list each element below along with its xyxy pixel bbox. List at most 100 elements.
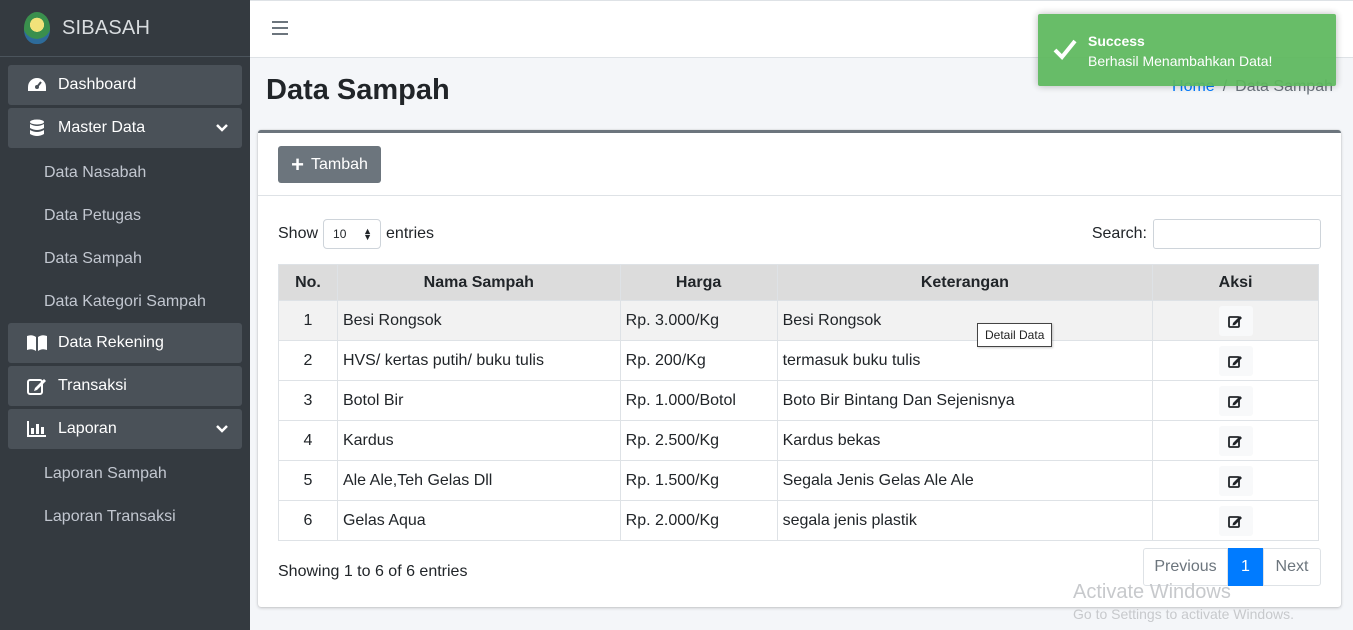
- sidebar-item-label: Dashboard: [58, 76, 137, 93]
- hamburger-menu-icon[interactable]: [272, 21, 288, 35]
- brand-name: SIBASAH: [62, 16, 151, 39]
- add-button-label: Tambah: [310, 155, 368, 173]
- sidebar-item-data-sampah[interactable]: Data Sampah: [8, 237, 242, 280]
- checkmark-icon: [1053, 38, 1077, 65]
- toast-message: Berhasil Menambahkan Data!: [1088, 53, 1273, 69]
- sidebar-nav: Dashboard Master Data Data Nasabah Data …: [0, 57, 250, 538]
- cell-keterangan: segala jenis plastik: [776, 500, 1154, 541]
- cell-aksi: [1152, 300, 1319, 341]
- search-control: Search:: [1092, 219, 1321, 249]
- table-row: 3 Botol Bir Rp. 1.000/Botol Boto Bir Bin…: [278, 380, 1319, 421]
- cell-no: 3: [278, 380, 338, 421]
- edit-button[interactable]: [1218, 505, 1253, 536]
- cell-nama: Gelas Aqua: [336, 500, 621, 541]
- cell-nama: Ale Ale,Teh Gelas Dll: [336, 460, 621, 501]
- tooltip: Detail Data: [977, 323, 1053, 347]
- table-row: 6 Gelas Aqua Rp. 2.000/Kg segala jenis p…: [278, 500, 1319, 541]
- sidebar-item-master-data[interactable]: Master Data: [8, 108, 242, 148]
- cell-aksi: [1152, 500, 1319, 541]
- table-row: 5 Ale Ale,Teh Gelas Dll Rp. 1.500/Kg Seg…: [278, 460, 1319, 501]
- card-header: + Tambah: [258, 133, 1341, 196]
- select-caret-icon: ▲ ▼: [363, 226, 373, 242]
- entries-length-control: Show 10 ▲ ▼ entries: [278, 219, 434, 249]
- cell-no: 2: [278, 340, 338, 381]
- pagination-page-button[interactable]: 1: [1228, 548, 1263, 586]
- sidebar-item-dashboard[interactable]: Dashboard: [8, 65, 242, 105]
- sidebar-item-laporan-sampah[interactable]: Laporan Sampah: [8, 452, 242, 495]
- sidebar-item-transaksi[interactable]: Transaksi: [8, 366, 242, 406]
- table-row: 1 Besi Rongsok Rp. 3.000/Kg Besi Rongsok: [278, 300, 1319, 341]
- edit-icon: [1228, 395, 1243, 408]
- activation-watermark-subtitle: Go to Settings to activate Windows.: [1073, 606, 1294, 622]
- sidebar: SIBASAH Dashboard Master Data Data Nasab…: [0, 0, 250, 630]
- cell-keterangan: Besi Rongsok: [776, 300, 1154, 341]
- toast-title: Success: [1088, 33, 1145, 49]
- edit-button[interactable]: [1218, 305, 1253, 336]
- edit-icon: [1228, 435, 1243, 448]
- edit-button[interactable]: [1218, 385, 1253, 416]
- edit-button[interactable]: [1218, 465, 1253, 496]
- sidebar-item-laporan-transaksi[interactable]: Laporan Transaksi: [8, 495, 242, 538]
- entries-select-value: 10: [333, 227, 347, 241]
- edit-icon: [1228, 355, 1243, 368]
- column-header-nama-sampah[interactable]: Nama Sampah: [336, 264, 621, 301]
- cell-no: 1: [278, 300, 338, 341]
- add-button[interactable]: + Tambah: [278, 146, 381, 183]
- cell-harga: Rp. 200/Kg: [619, 340, 778, 381]
- cell-keterangan: Kardus bekas: [776, 420, 1154, 461]
- cell-no: 6: [278, 500, 338, 541]
- cell-no: 5: [278, 460, 338, 501]
- table-row: 4 Kardus Rp. 2.500/Kg Kardus bekas: [278, 420, 1319, 461]
- success-toast[interactable]: Success Berhasil Menambahkan Data!: [1038, 14, 1336, 86]
- sidebar-item-label: Transaksi: [58, 377, 127, 394]
- chevron-down-icon: [216, 120, 228, 138]
- cell-harga: Rp. 3.000/Kg: [619, 300, 778, 341]
- column-header-keterangan[interactable]: Keterangan: [776, 264, 1154, 301]
- sidebar-item-laporan[interactable]: Laporan: [8, 409, 242, 449]
- edit-icon: [1228, 475, 1243, 488]
- sidebar-item-label: Laporan: [58, 420, 117, 437]
- brand[interactable]: SIBASAH: [0, 0, 250, 57]
- edit-icon: [1228, 315, 1243, 328]
- sidebar-item-data-rekening[interactable]: Data Rekening: [8, 323, 242, 363]
- sidebar-item-data-kategori-sampah[interactable]: Data Kategori Sampah: [8, 280, 242, 323]
- edit-icon: [26, 376, 48, 396]
- cell-harga: Rp. 1.000/Botol: [619, 380, 778, 421]
- dashboard-icon: [26, 75, 48, 95]
- sidebar-item-data-petugas[interactable]: Data Petugas: [8, 194, 242, 237]
- search-label: Search:: [1091, 225, 1147, 242]
- edit-button[interactable]: [1218, 345, 1253, 376]
- edit-button[interactable]: [1218, 425, 1253, 456]
- cell-keterangan: Segala Jenis Gelas Ale Ale: [776, 460, 1154, 501]
- sidebar-item-data-nasabah[interactable]: Data Nasabah: [8, 151, 242, 194]
- cell-nama: Kardus: [336, 420, 621, 461]
- column-header-aksi[interactable]: Aksi: [1152, 264, 1319, 301]
- column-header-harga[interactable]: Harga: [619, 264, 778, 301]
- plus-icon: +: [291, 151, 304, 177]
- edit-icon: [1228, 515, 1243, 528]
- cell-nama: HVS/ kertas putih/ buku tulis: [336, 340, 621, 381]
- column-header-no[interactable]: No.: [278, 264, 338, 301]
- cell-harga: Rp. 1.500/Kg: [619, 460, 778, 501]
- data-card: + Tambah Show 10 ▲ ▼ entries Search: No. …: [258, 130, 1341, 607]
- chevron-down-icon: [216, 421, 228, 439]
- sidebar-item-label: Master Data: [58, 119, 146, 136]
- cell-harga: Rp. 2.000/Kg: [619, 500, 778, 541]
- cell-aksi: [1152, 340, 1319, 381]
- search-input[interactable]: [1153, 219, 1321, 249]
- show-label: Show: [278, 225, 319, 242]
- brand-logo: [24, 12, 50, 44]
- page-title: Data Sampah: [266, 74, 450, 106]
- cell-aksi: [1152, 460, 1319, 501]
- entries-select[interactable]: 10 ▲ ▼: [323, 219, 382, 249]
- database-icon: [26, 118, 48, 138]
- pagination-next-button[interactable]: Next: [1263, 548, 1321, 586]
- book-icon: [26, 333, 48, 353]
- activation-watermark-title: Activate Windows: [1073, 581, 1231, 603]
- table-header-row: No. Nama Sampah Harga Keterangan Aksi: [278, 264, 1319, 301]
- table-info: Showing 1 to 6 of 6 entries: [278, 563, 468, 580]
- chart-bar-icon: [26, 419, 48, 439]
- cell-keterangan: Boto Bir Bintang Dan Sejenisnya: [776, 380, 1154, 421]
- cell-aksi: [1152, 420, 1319, 461]
- cell-no: 4: [278, 420, 338, 461]
